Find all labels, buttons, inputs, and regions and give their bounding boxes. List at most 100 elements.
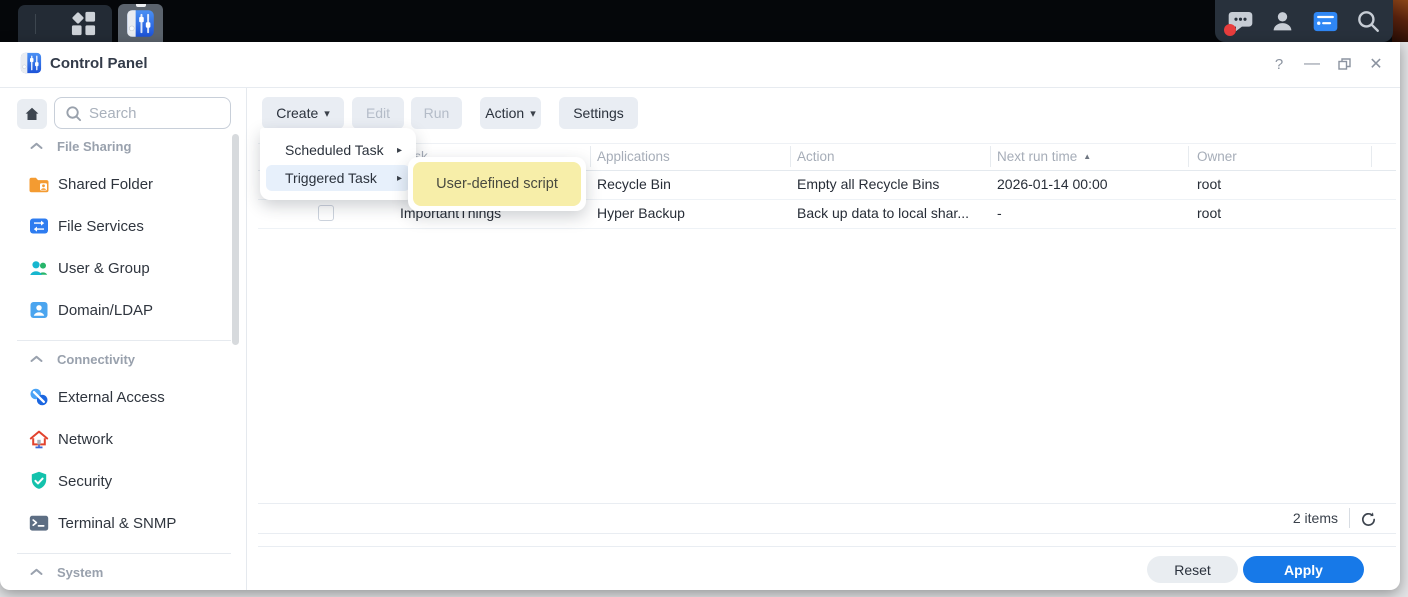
domain-ldap-icon	[28, 299, 50, 321]
taskbar-left-tray	[18, 5, 112, 42]
home-icon	[24, 106, 40, 122]
control-panel-icon	[20, 52, 42, 74]
cell-owner: root	[1197, 170, 1221, 199]
footer-divider	[258, 546, 1396, 547]
action-button[interactable]: Action ▾	[480, 97, 541, 129]
notifications-button[interactable]	[1223, 4, 1257, 38]
sidebar-section-system[interactable]: System	[0, 560, 246, 584]
column-separator	[590, 146, 591, 167]
security-shield-icon	[28, 470, 50, 492]
chevron-up-icon	[30, 355, 43, 363]
menu-item-scheduled-task[interactable]: Scheduled Task ▸	[266, 137, 410, 163]
network-icon	[28, 428, 50, 450]
row-checkbox[interactable]	[318, 205, 334, 221]
apps-grid-icon	[70, 10, 97, 37]
active-app-indicator	[136, 4, 146, 7]
sidebar-content-divider	[246, 88, 247, 590]
sidebar-item-external-access[interactable]: External Access	[0, 376, 246, 418]
user-icon	[1270, 9, 1295, 34]
sidebar-item-security[interactable]: Security	[0, 460, 246, 502]
status-divider	[1349, 508, 1350, 528]
sidebar-item-user-group[interactable]: User & Group	[0, 247, 246, 289]
refresh-button[interactable]	[1356, 507, 1380, 531]
chevron-up-icon	[30, 568, 43, 576]
reset-button[interactable]: Reset	[1147, 556, 1238, 583]
sort-ascending-icon: ▲	[1083, 152, 1091, 161]
caret-down-icon: ▾	[530, 107, 536, 120]
control-panel-icon	[126, 9, 155, 38]
sidebar-scrollbar[interactable]	[232, 134, 239, 345]
edit-button[interactable]: Edit	[352, 97, 404, 129]
cell-action: Back up data to local shar...	[797, 199, 969, 228]
file-services-icon	[28, 215, 50, 237]
create-dropdown-menu: Scheduled Task ▸ Triggered Task ▸	[260, 128, 416, 200]
sidebar-item-shared-folder[interactable]: Shared Folder	[0, 163, 246, 205]
search-icon	[65, 105, 82, 122]
refresh-icon	[1360, 511, 1377, 528]
items-count: 2 items	[1293, 510, 1338, 526]
restore-icon	[1338, 58, 1351, 70]
widgets-button[interactable]	[1308, 4, 1342, 38]
status-bottom-border	[258, 533, 1396, 534]
status-top-border	[258, 503, 1396, 504]
restore-button[interactable]	[1331, 51, 1357, 77]
submenu-arrow-icon: ▸	[397, 173, 402, 184]
sidebar-search	[54, 97, 231, 129]
menu-item-triggered-task[interactable]: Triggered Task ▸	[266, 165, 410, 191]
cell-action: Empty all Recycle Bins	[797, 170, 939, 199]
chevron-up-icon	[30, 142, 43, 150]
cell-applications: Hyper Backup	[597, 199, 685, 228]
close-button[interactable]: ✕	[1363, 51, 1389, 77]
sidebar-item-file-services[interactable]: File Services	[0, 205, 246, 247]
column-separator	[1188, 146, 1189, 167]
cell-owner: root	[1197, 199, 1221, 228]
sidebar-divider	[17, 340, 231, 341]
column-separator	[990, 146, 991, 167]
column-header-applications[interactable]: Applications	[597, 143, 670, 170]
sidebar-section-connectivity[interactable]: Connectivity	[0, 347, 246, 371]
cell-next-run-time: 2026-01-14 00:00	[997, 170, 1108, 199]
widgets-icon	[1312, 8, 1339, 35]
user-menu-button[interactable]	[1266, 4, 1300, 38]
sidebar-section-file-sharing[interactable]: File Sharing	[0, 134, 246, 158]
home-button[interactable]	[17, 99, 47, 129]
shared-folder-icon	[28, 173, 50, 195]
user-group-icon	[28, 257, 50, 279]
main-menu-button[interactable]	[54, 5, 112, 42]
cell-applications: Recycle Bin	[597, 170, 671, 199]
submenu-item-user-defined-script[interactable]: User-defined script	[413, 162, 581, 206]
search-input[interactable]	[89, 105, 219, 122]
run-button[interactable]: Run	[411, 97, 462, 129]
column-separator	[1371, 146, 1372, 167]
column-header-action[interactable]: Action	[797, 143, 835, 170]
column-header-next-run-time[interactable]: Next run time▲	[997, 143, 1091, 170]
settings-button[interactable]: Settings	[559, 97, 638, 129]
taskbar-right-tray	[1215, 0, 1393, 42]
column-header-owner[interactable]: Owner	[1197, 143, 1237, 170]
sidebar-divider	[17, 553, 231, 554]
desktop: { "colors": { "accent_blue": "#1779e8", …	[0, 0, 1408, 597]
tray-divider	[35, 14, 36, 34]
help-button[interactable]: ?	[1266, 51, 1292, 77]
wallpaper-corner	[1392, 0, 1408, 42]
external-access-icon	[28, 386, 50, 408]
desktop-search-button[interactable]	[1351, 4, 1385, 38]
terminal-icon	[28, 512, 50, 534]
titlebar-divider	[0, 87, 1400, 88]
sidebar-item-domain-ldap[interactable]: External Access Domain/LDAP	[0, 289, 246, 331]
caret-down-icon: ▾	[324, 107, 330, 120]
cell-next-run-time: -	[997, 199, 1002, 228]
apply-button[interactable]: Apply	[1243, 556, 1364, 583]
submenu-arrow-icon: ▸	[397, 145, 402, 156]
triggered-task-submenu: User-defined script	[408, 157, 586, 211]
sidebar-item-network[interactable]: Network	[0, 418, 246, 460]
row-border	[258, 228, 1396, 229]
search-icon	[1355, 8, 1381, 34]
taskbar-control-panel-button[interactable]	[118, 4, 163, 42]
minimize-button[interactable]: —	[1299, 51, 1325, 77]
column-separator	[790, 146, 791, 167]
sidebar-item-terminal-snmp[interactable]: Terminal & SNMP	[0, 502, 246, 544]
create-button[interactable]: Create ▾	[262, 97, 344, 129]
desktop-taskbar	[0, 0, 1408, 42]
control-panel-window: Control Panel ? — ✕ File Sharing Shared …	[0, 42, 1400, 590]
